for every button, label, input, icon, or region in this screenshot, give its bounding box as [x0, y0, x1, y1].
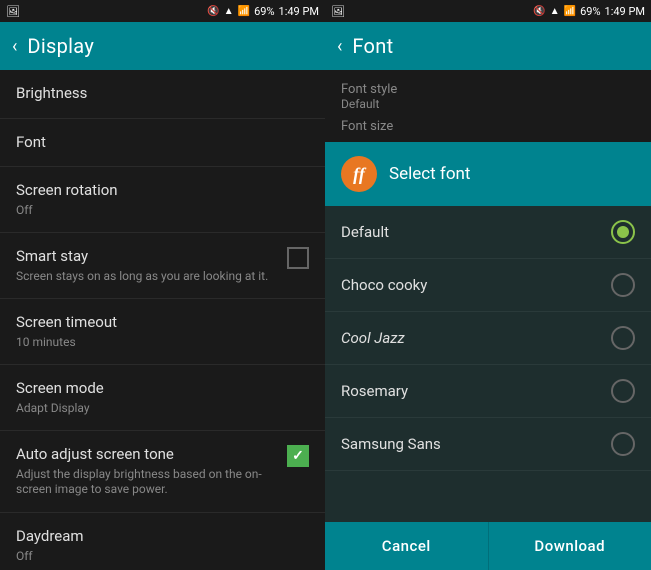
font-option-samsung-sans-label: Samsung Sans	[341, 435, 441, 453]
brightness-content: Brightness	[16, 84, 309, 104]
screen-timeout-title: Screen timeout	[16, 313, 309, 333]
font-option-cool-jazz-label: Cool Jazz	[341, 329, 405, 347]
left-settings-list: Brightness Font Screen rotation Off Smar…	[0, 70, 325, 570]
screen-timeout-content: Screen timeout 10 minutes	[16, 313, 309, 350]
daydream-subtitle: Off	[16, 549, 309, 565]
font-option-choco-cooky-label: Choco cooky	[341, 276, 427, 294]
right-panel: 🖼 🔇 ▲ 📶 69% 1:49 PM ‹ Font Font style De…	[325, 0, 651, 570]
screen-rotation-item[interactable]: Screen rotation Off	[0, 167, 325, 233]
screen-rotation-title: Screen rotation	[16, 181, 309, 201]
font-option-rosemary-label: Rosemary	[341, 382, 408, 400]
smart-stay-title: Smart stay	[16, 247, 279, 267]
brightness-title: Brightness	[16, 84, 309, 104]
battery-level: 69%	[254, 5, 274, 18]
signal-icon: 📶	[238, 6, 250, 17]
auto-adjust-control	[287, 445, 309, 467]
font-option-cool-jazz-radio[interactable]	[611, 326, 635, 350]
font-option-rosemary-radio[interactable]	[611, 379, 635, 403]
screen-rotation-content: Screen rotation Off	[16, 181, 309, 218]
font-option-default-label: Default	[341, 223, 389, 241]
dialog-header: ff Select font	[325, 142, 651, 206]
auto-adjust-subtitle: Adjust the display brightness based on t…	[16, 467, 279, 498]
dialog-actions: Cancel Download	[325, 522, 651, 570]
left-status-right: 🔇 ▲ 📶 69% 1:49 PM	[207, 5, 319, 18]
screen-timeout-item[interactable]: Screen timeout 10 minutes	[0, 299, 325, 365]
right-wifi-icon: ▲	[550, 6, 560, 17]
screen-timeout-subtitle: 10 minutes	[16, 335, 309, 351]
font-settings-bg: Font style Default Font size	[325, 70, 651, 142]
right-clock: 1:49 PM	[605, 5, 645, 18]
daydream-title: Daydream	[16, 527, 309, 547]
mute-icon: 🔇	[207, 6, 219, 17]
font-option-samsung-sans[interactable]: Samsung Sans	[325, 418, 651, 471]
daydream-item[interactable]: Daydream Off	[0, 513, 325, 570]
screen-rotation-subtitle: Off	[16, 203, 309, 219]
screen-mode-title: Screen mode	[16, 379, 309, 399]
back-button[interactable]: ‹	[12, 36, 17, 57]
wifi-icon: ▲	[224, 6, 234, 17]
font-option-choco-cooky[interactable]: Choco cooky	[325, 259, 651, 312]
right-status-right: 🔇 ▲ 📶 69% 1:49 PM	[533, 5, 645, 18]
download-button[interactable]: Download	[489, 522, 651, 570]
left-page-title: Display	[27, 34, 94, 58]
font-options-list: Default Choco cooky Cool Jazz Rosemary S…	[325, 206, 651, 522]
screen-mode-content: Screen mode Adapt Display	[16, 379, 309, 416]
right-status-bar: 🖼 🔇 ▲ 📶 69% 1:49 PM	[325, 0, 651, 22]
font-option-choco-cooky-radio[interactable]	[611, 273, 635, 297]
right-back-button[interactable]: ‹	[337, 36, 342, 57]
left-toolbar: ‹ Display	[0, 22, 325, 70]
right-signal-icon: 📶	[564, 6, 576, 17]
right-mute-icon: 🔇	[533, 6, 545, 17]
right-toolbar: ‹ Font	[325, 22, 651, 70]
font-option-samsung-sans-radio[interactable]	[611, 432, 635, 456]
right-status-icons: 🖼	[331, 5, 345, 18]
left-panel: 🖼 🔇 ▲ 📶 69% 1:49 PM ‹ Display Brightness…	[0, 0, 325, 570]
smart-stay-control	[287, 247, 309, 269]
right-page-title: Font	[352, 34, 393, 58]
smart-stay-content: Smart stay Screen stays on as long as yo…	[16, 247, 279, 284]
font-app-icon: ff	[341, 156, 377, 192]
right-battery-level: 69%	[580, 5, 600, 18]
cancel-button[interactable]: Cancel	[325, 522, 489, 570]
auto-adjust-checkbox[interactable]	[287, 445, 309, 467]
dialog-title: Select font	[389, 164, 471, 184]
auto-adjust-item[interactable]: Auto adjust screen tone Adjust the displ…	[0, 431, 325, 513]
daydream-content: Daydream Off	[16, 527, 309, 564]
font-option-rosemary[interactable]: Rosemary	[325, 365, 651, 418]
font-style-label: Font style	[341, 82, 635, 97]
smart-stay-item[interactable]: Smart stay Screen stays on as long as yo…	[0, 233, 325, 299]
smart-stay-checkbox[interactable]	[287, 247, 309, 269]
right-image-icon: 🖼	[331, 5, 345, 18]
select-font-dialog: ff Select font Default Choco cooky Cool …	[325, 142, 651, 570]
font-item[interactable]: Font	[0, 119, 325, 168]
screen-mode-item[interactable]: Screen mode Adapt Display	[0, 365, 325, 431]
smart-stay-subtitle: Screen stays on as long as you are looki…	[16, 269, 279, 285]
font-content: Font	[16, 133, 309, 153]
left-status-icons: 🖼	[6, 5, 20, 18]
font-option-default-radio[interactable]	[611, 220, 635, 244]
font-option-cool-jazz[interactable]: Cool Jazz	[325, 312, 651, 365]
left-status-bar: 🖼 🔇 ▲ 📶 69% 1:49 PM	[0, 0, 325, 22]
screen-mode-subtitle: Adapt Display	[16, 401, 309, 417]
font-option-default[interactable]: Default	[325, 206, 651, 259]
image-icon: 🖼	[6, 5, 20, 18]
font-title: Font	[16, 133, 309, 153]
font-size-label: Font size	[341, 119, 635, 134]
auto-adjust-title: Auto adjust screen tone	[16, 445, 279, 465]
brightness-item[interactable]: Brightness	[0, 70, 325, 119]
auto-adjust-content: Auto adjust screen tone Adjust the displ…	[16, 445, 279, 498]
font-style-value: Default	[341, 97, 635, 111]
clock: 1:49 PM	[279, 5, 319, 18]
